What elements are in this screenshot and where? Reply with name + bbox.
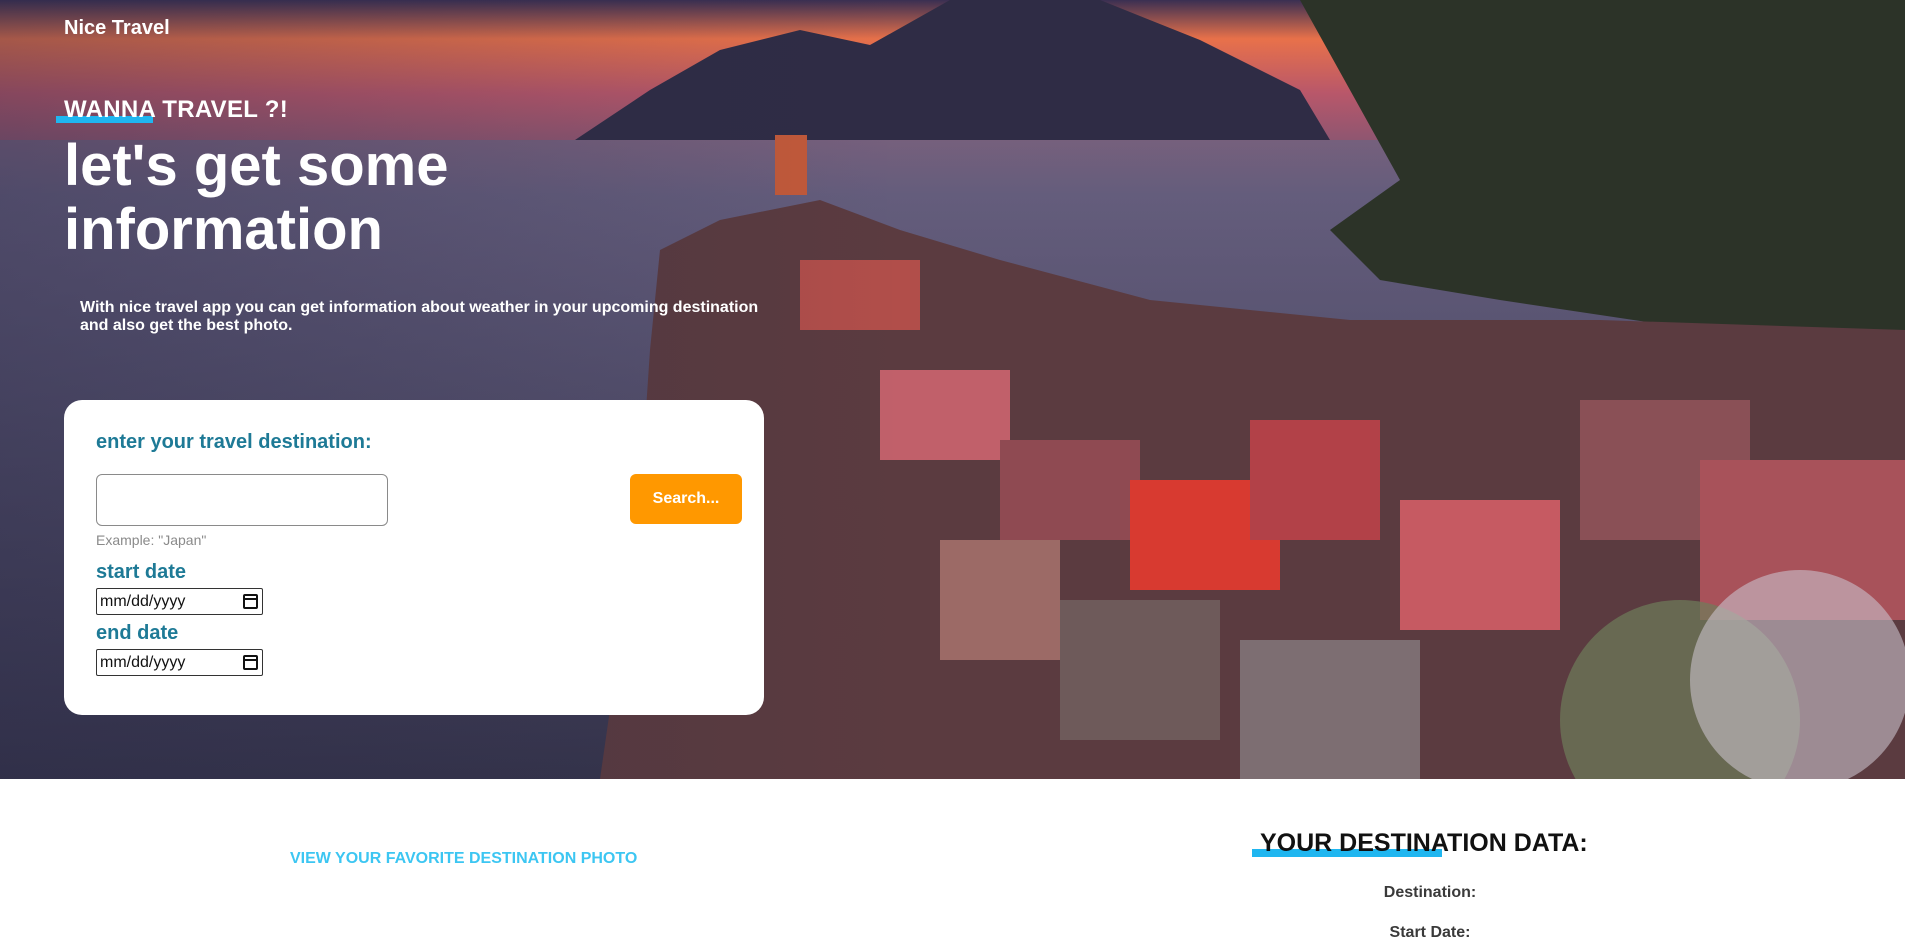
calendar-icon[interactable]: [243, 594, 258, 609]
hero-headline: let's get some information: [64, 133, 449, 262]
brand-logo[interactable]: Nice Travel: [64, 17, 170, 40]
hero-eyebrow: WANNA TRAVEL ?!: [56, 96, 324, 126]
destination-input[interactable]: [96, 474, 388, 526]
end-date-value: mm/dd/yyyy: [100, 653, 186, 671]
calendar-icon[interactable]: [243, 655, 258, 670]
start-date-data-label: Start Date:: [1389, 924, 1471, 941]
start-date-value: mm/dd/yyyy: [100, 592, 186, 610]
destination-label: Destination:: [1383, 884, 1477, 901]
favorite-photo-link[interactable]: VIEW YOUR FAVORITE DESTINATION PHOTO: [290, 850, 637, 868]
end-date-label: end date: [96, 622, 179, 644]
start-date-label: start date: [96, 561, 187, 583]
end-date-input[interactable]: mm/dd/yyyy: [96, 649, 263, 676]
form-title: enter your travel destination:: [96, 431, 372, 453]
destination-data-heading: YOUR DESTINATION DATA:: [1252, 829, 1660, 863]
eyebrow-text: WANNA TRAVEL ?!: [64, 96, 289, 123]
start-date-input[interactable]: mm/dd/yyyy: [96, 588, 263, 615]
destination-form-card: enter your travel destination: Search...…: [64, 400, 764, 715]
destination-hint: Example: "Japan": [96, 532, 207, 548]
search-button[interactable]: Search...: [630, 474, 742, 524]
data-title-text: YOUR DESTINATION DATA:: [1260, 829, 1588, 857]
hero-intro: With nice travel app you can get informa…: [80, 299, 759, 334]
